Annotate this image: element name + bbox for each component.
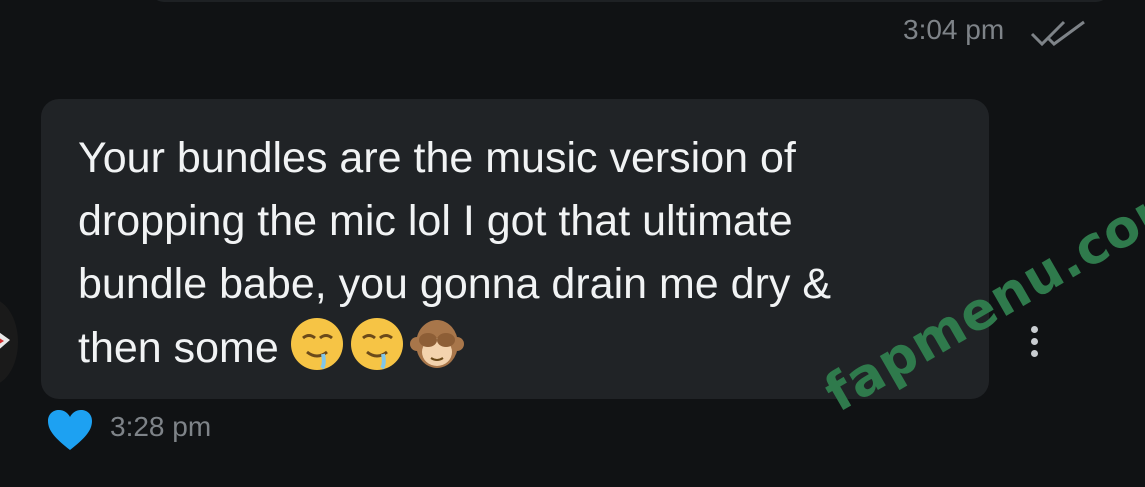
message-time: 3:28 pm (110, 411, 212, 442)
drooling-face-icon (350, 318, 403, 370)
avatar[interactable] (0, 298, 18, 386)
double-check-icon (1030, 20, 1085, 47)
previous-message-time: 3:04 pm (903, 14, 1005, 45)
emoji-row (289, 316, 469, 390)
message-text: Your bundles are the music version of dr… (78, 127, 958, 390)
see-no-evil-monkey-icon (409, 320, 464, 368)
heart-icon[interactable] (46, 408, 94, 452)
avatar-image-icon (0, 332, 10, 349)
drooling-face-icon (290, 318, 343, 370)
more-vertical-icon[interactable] (1028, 326, 1040, 362)
previous-message-bubble[interactable] (150, 0, 1110, 2)
